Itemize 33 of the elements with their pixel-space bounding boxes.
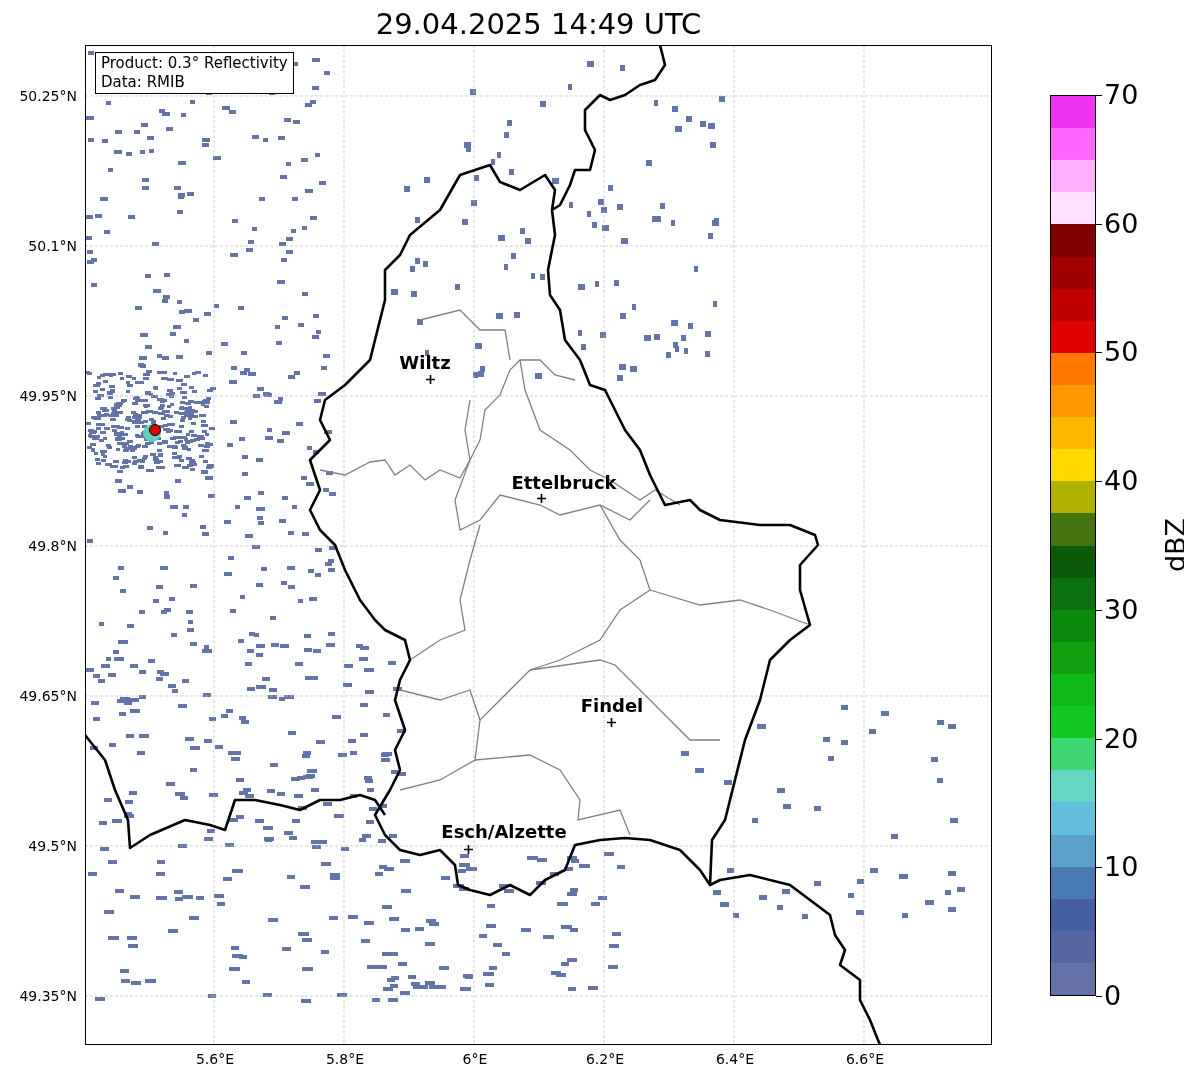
axis-tick-label: 49.5°N [28, 838, 77, 854]
city-label: Wiltz [399, 353, 451, 373]
axis-tick-label: 6°E [462, 1051, 488, 1067]
colorbar-tick-label: 30 [1104, 594, 1139, 625]
info-text: Product: 0.3° Reflectivity [101, 54, 288, 73]
axis-tick-label: 5.6°E [195, 1051, 235, 1067]
axis-tick-label: 49.95°N [19, 388, 77, 404]
city-label: Esch/Alzette [441, 822, 567, 842]
axis-tick-label: 49.8°N [28, 538, 77, 554]
colorbar-tick-label: 40 [1104, 466, 1139, 497]
axis-tick-label: 50.25°N [19, 88, 77, 104]
city-marker-icon [425, 374, 435, 384]
axis-tick-label: 5.8°E [325, 1051, 365, 1067]
colorbar-tick-label: 20 [1104, 723, 1139, 754]
colorbar-tick-label: 0 [1104, 981, 1122, 1011]
city-marker-icon [606, 717, 616, 727]
axis-tick-label: 49.35°N [19, 988, 77, 1004]
chart-title: 29.04.2025 14:49 UTC [374, 6, 703, 43]
axis-tick-label: 50.1°N [28, 238, 77, 254]
axis-tick-label: 49.65°N [19, 688, 77, 704]
colorbar-tick-label: 10 [1104, 852, 1139, 883]
colorbar-tick-label: 50 [1104, 337, 1139, 368]
city-marker-icon [463, 844, 473, 854]
info-text: Data: RMIB [101, 73, 186, 92]
city-marker-icon [536, 493, 546, 503]
city-label: Findel [580, 696, 644, 716]
colorbar-tick-label: 70 [1104, 80, 1139, 110]
colorbar-tick-label: 60 [1104, 208, 1139, 239]
city-label: Ettelbruck [511, 473, 617, 493]
radar-site-icon [143, 424, 161, 442]
axis-tick-label: 6.6°E [845, 1051, 885, 1067]
axis-tick-label: 6.2°E [585, 1051, 625, 1067]
axis-tick-label: 6.4°E [715, 1051, 755, 1067]
